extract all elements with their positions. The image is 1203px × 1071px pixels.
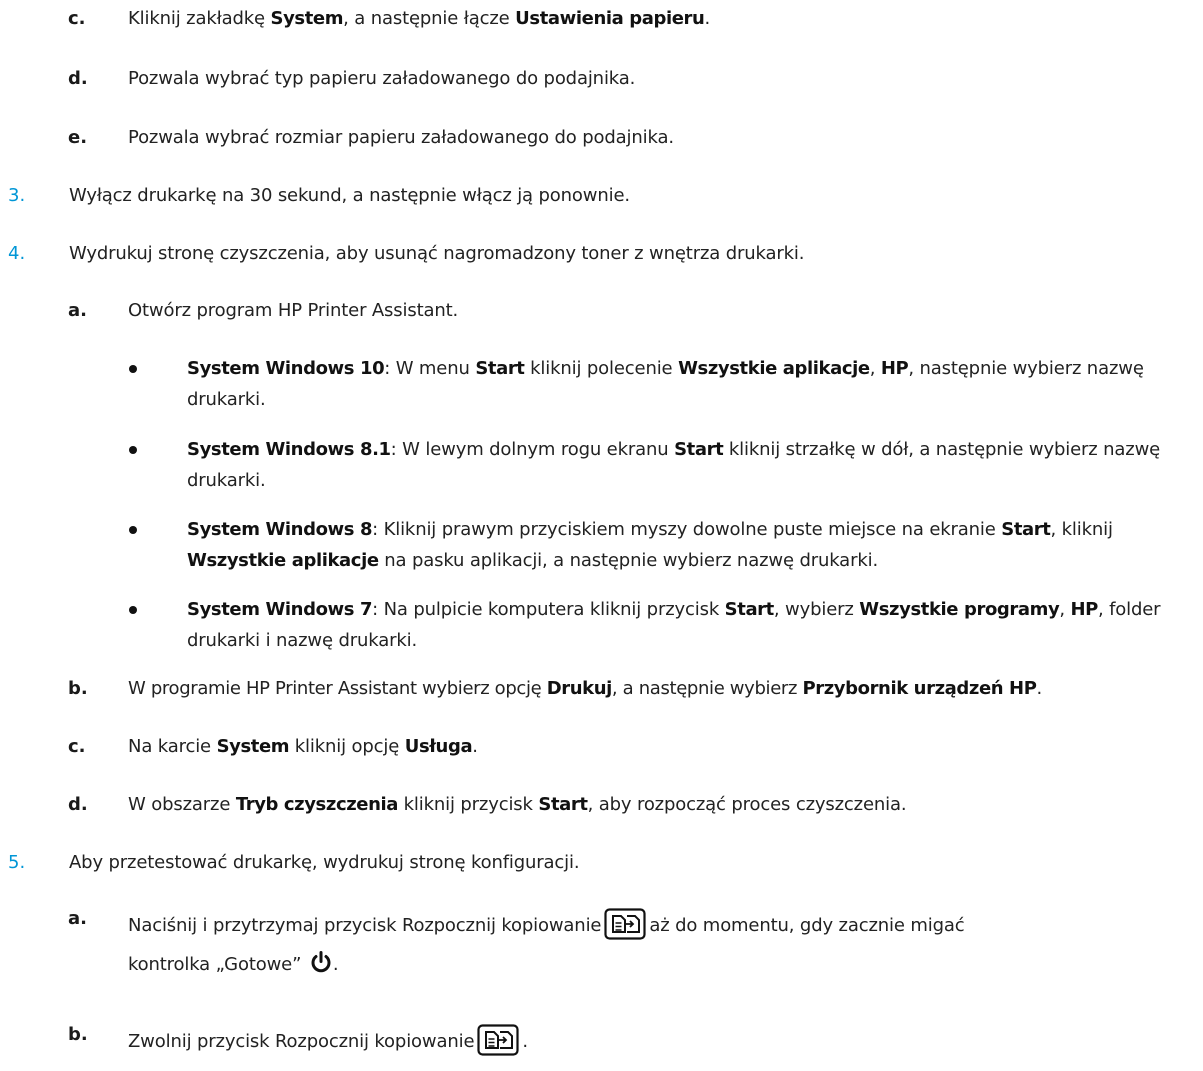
text-run: , kliknij [1050, 519, 1113, 540]
text-run: . [704, 8, 711, 29]
bullet-text: System Windows 10: W menu Start kliknij … [187, 353, 1199, 415]
bullet-icon [129, 606, 137, 614]
item-marker: c. [68, 736, 86, 757]
item-marker: d. [68, 68, 88, 89]
ui-term-hp: HP [880, 358, 909, 379]
text-run: Naciśnij i przytrzymaj przycisk Rozpoczn… [128, 915, 602, 936]
text-run: : W lewym dolnym rogu ekranu [390, 439, 675, 460]
text-run: na pasku aplikacji, a następnie wybierz … [378, 550, 879, 571]
power-ready-icon [311, 951, 331, 973]
bullet-icon [129, 446, 137, 454]
text-run: W obszarze [128, 794, 236, 815]
item-text: Pozwala wybrać typ papieru załadowanego … [128, 68, 636, 89]
step-number: 4. [8, 243, 26, 264]
ui-term-hp: HP [1070, 599, 1098, 620]
os-name: System Windows 7 [187, 599, 373, 620]
item-marker: d. [68, 794, 88, 815]
item-marker: b. [68, 678, 88, 699]
text-run: : W menu [384, 358, 476, 379]
step-text: Wydrukuj stronę czyszczenia, aby usunąć … [69, 243, 805, 264]
text-run: W programie HP Printer Assistant wybierz… [128, 678, 547, 699]
bullet-icon [129, 365, 137, 373]
ui-term-system: System [216, 736, 290, 757]
text-run: kliknij opcję [289, 736, 405, 757]
text-run: , a następnie łącze [343, 8, 516, 29]
ui-term-all-apps: Wszystkie aplikacje [678, 358, 870, 379]
ui-term-cleaning-mode: Tryb czyszczenia [235, 794, 399, 815]
os-name: System Windows 8.1 [187, 439, 391, 460]
os-name: System Windows 10 [187, 358, 385, 379]
item-text: Pozwala wybrać rozmiar papieru załadowan… [128, 127, 674, 148]
item-marker: e. [68, 127, 88, 148]
text-run: . [522, 1031, 528, 1052]
ui-term-paper-settings: Ustawienia papieru [515, 8, 705, 29]
item-marker: a. [68, 908, 87, 929]
item-marker: a. [68, 300, 87, 321]
bullet-text: System Windows 8: Kliknij prawym przycis… [187, 514, 1199, 576]
copy-start-button-icon [477, 1024, 519, 1056]
ui-term-all-apps: Wszystkie aplikacje [187, 550, 379, 571]
text-run: , [1059, 599, 1071, 620]
ui-term-start: Start [674, 439, 724, 460]
item-text: Kliknij zakładkę System, a następnie łąc… [128, 6, 710, 31]
item-text: Na karcie System kliknij opcję Usługa. [128, 734, 478, 759]
step-number: 3. [8, 185, 26, 206]
text-run: Kliknij zakładkę [128, 8, 271, 29]
text-run: kontrolka „Gotowe” [128, 954, 302, 975]
copy-start-button-icon [604, 908, 646, 940]
text-run: : Kliknij prawym przyciskiem myszy dowol… [372, 519, 1002, 540]
item-text: W obszarze Tryb czyszczenia kliknij przy… [128, 792, 907, 817]
text-run: Zwolnij przycisk Rozpocznij kopiowanie [128, 1031, 475, 1052]
item-text: kontrolka „Gotowe” . [128, 951, 339, 977]
item-text: Naciśnij i przytrzymaj przycisk Rozpoczn… [128, 908, 965, 942]
text-run: . [1036, 678, 1043, 699]
text-run: aż do momentu, gdy zacznie migać [649, 915, 965, 936]
text-run: kliknij polecenie [524, 358, 679, 379]
ui-term-start: Start [538, 794, 588, 815]
ui-term-start: Start [724, 599, 775, 620]
item-marker: b. [68, 1024, 88, 1045]
ui-term-all-programs: Wszystkie programy [859, 599, 1060, 620]
ui-term-system: System [270, 8, 344, 29]
bullet-icon [129, 526, 137, 534]
ui-term-start: Start [1001, 519, 1051, 540]
item-text: W programie HP Printer Assistant wybierz… [128, 676, 1042, 701]
bullet-text: System Windows 8.1: W lewym dolnym rogu … [187, 434, 1172, 496]
text-run: , [869, 358, 881, 379]
item-marker: c. [68, 8, 86, 29]
text-run: , aby rozpocząć proces czyszczenia. [587, 794, 907, 815]
item-text: Otwórz program HP Printer Assistant. [128, 300, 459, 321]
step-number: 5. [8, 852, 26, 873]
text-run: , a następnie wybierz [611, 678, 803, 699]
text-run: , wybierz [773, 599, 860, 620]
text-run: kliknij przycisk [398, 794, 539, 815]
os-name: System Windows 8 [187, 519, 373, 540]
ui-term-start: Start [475, 358, 525, 379]
item-text: Zwolnij przycisk Rozpocznij kopiowanie . [128, 1024, 528, 1058]
text-run: . [472, 736, 478, 757]
bullet-text: System Windows 7: Na pulpicie komputera … [187, 594, 1199, 656]
ui-term-print: Drukuj [546, 678, 613, 699]
ui-term-service: Usługa [404, 736, 473, 757]
text-run: Na karcie [128, 736, 217, 757]
text-run: . [332, 954, 339, 975]
ui-term-hp-device-toolbox: Przybornik urządzeń HP [802, 678, 1037, 699]
text-run: : Na pulpicie komputera kliknij przycisk [372, 599, 725, 620]
step-text: Wyłącz drukarkę na 30 sekund, a następni… [69, 185, 630, 206]
step-text: Aby przetestować drukarkę, wydrukuj stro… [69, 852, 580, 873]
